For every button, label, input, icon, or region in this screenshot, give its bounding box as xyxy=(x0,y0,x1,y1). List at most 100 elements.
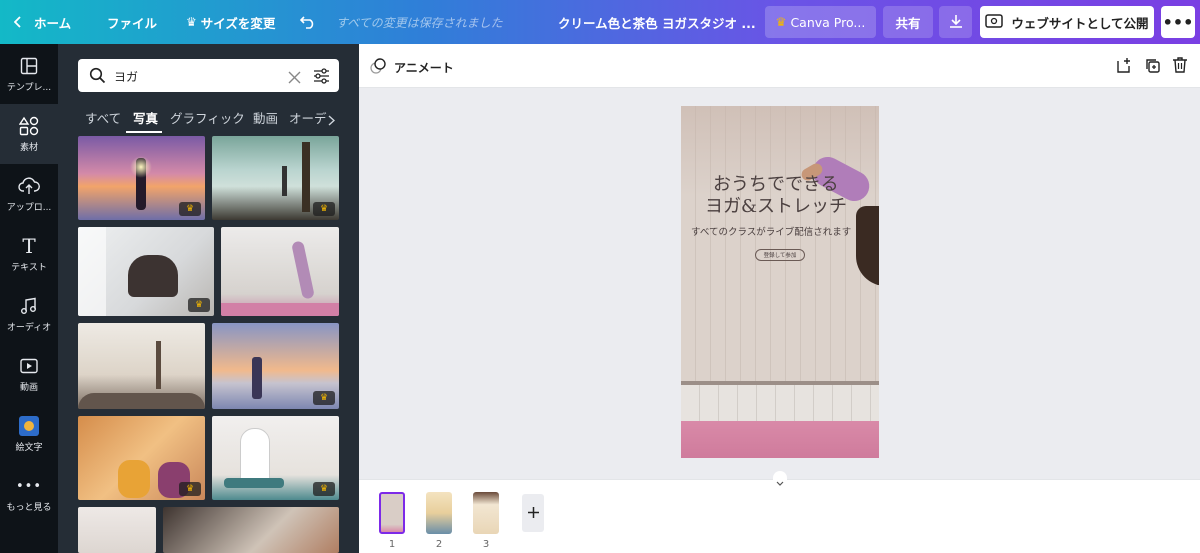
page-thumbnail-3[interactable] xyxy=(473,492,499,534)
filter-icon[interactable] xyxy=(313,68,330,88)
rail-item-templates[interactable]: テンプレ... xyxy=(0,44,58,104)
upload-cloud-icon xyxy=(18,175,40,197)
tab-videos[interactable]: 動画 xyxy=(253,108,278,127)
more-options-button[interactable]: ••• xyxy=(1161,6,1195,38)
canva-pro-button[interactable]: ♛ Canva Pro... xyxy=(765,6,876,38)
editor-toolbar: アニメート xyxy=(359,44,1200,88)
add-page-button[interactable] xyxy=(522,494,544,532)
page-number: 2 xyxy=(435,539,443,550)
photo-yoga-backbend[interactable] xyxy=(221,227,339,316)
home-button[interactable]: ホーム xyxy=(14,0,71,44)
tab-all[interactable]: すべて xyxy=(85,108,121,127)
video-play-icon xyxy=(20,355,38,377)
page-thumbnail-2[interactable] xyxy=(426,492,452,534)
photo-yoga-partial[interactable] xyxy=(163,507,339,553)
pro-crown-badge: ♛ xyxy=(313,202,335,216)
rail-item-text[interactable]: T テキスト xyxy=(0,224,58,284)
expand-pages-tab[interactable] xyxy=(773,471,787,486)
elements-panel: ヨガ すべて 写真 グラフィック 動画 オーデ ♛ ♛ ♛ ♛ ♛ ♛ xyxy=(58,44,359,553)
download-icon xyxy=(948,13,964,32)
floor xyxy=(681,381,879,421)
website-icon xyxy=(985,13,1004,31)
category-tabs: すべて 写真 グラフィック 動画 オーデ xyxy=(58,104,359,134)
file-menu-button[interactable]: ファイル xyxy=(107,0,157,44)
photo-yoga-meditation[interactable]: ♛ xyxy=(212,416,339,500)
clear-search-icon[interactable] xyxy=(288,69,301,88)
rail-label: 動画 xyxy=(19,383,38,393)
tab-graphics[interactable]: グラフィック xyxy=(170,108,245,127)
photo-yoga-lake[interactable]: ♛ xyxy=(212,136,339,220)
pro-crown-badge: ♛ xyxy=(179,202,201,216)
save-status-text: すべての変更は保存されました xyxy=(336,15,503,30)
add-page-icon[interactable] xyxy=(1115,57,1132,78)
design-page[interactable]: おうちでできる ヨガ&ストレッチ すべてのクラスがライブ配信されます 登録して参… xyxy=(681,106,879,458)
photo-yoga-sunset[interactable]: ♛ xyxy=(78,136,205,220)
tab-audio[interactable]: オーデ xyxy=(289,108,327,127)
animate-label: アニメート xyxy=(394,60,454,75)
more-dots-icon: ••• xyxy=(1162,12,1194,32)
rail-label: アップロ... xyxy=(6,203,52,213)
chevron-down-icon xyxy=(776,472,784,491)
rail-label: 絵文字 xyxy=(15,443,43,453)
duplicate-page-icon[interactable] xyxy=(1144,57,1161,78)
publish-website-button[interactable]: ウェブサイトとして公開 xyxy=(980,6,1154,38)
rail-item-audio[interactable]: オーディオ xyxy=(0,284,58,344)
rail-label: テンプレ... xyxy=(6,83,52,93)
rail-label: もっと見る xyxy=(6,503,52,513)
top-bar: ホーム ファイル ♛ サイズを変更 すべての変更は保存されました クリーム色と茶… xyxy=(0,0,1200,44)
more-dots-icon: ••• xyxy=(15,478,42,494)
search-box[interactable]: ヨガ xyxy=(78,59,339,92)
photo-yoga-partial[interactable] xyxy=(78,507,156,553)
tab-photos[interactable]: 写真 xyxy=(133,108,158,127)
side-rail: テンプレ... 素材 アップロ... T テキスト オーディオ 動画 絵文字 •… xyxy=(0,44,58,553)
undo-icon xyxy=(300,15,316,29)
rail-label: オーディオ xyxy=(6,323,52,333)
pro-crown-badge: ♛ xyxy=(179,482,201,496)
undo-button[interactable] xyxy=(300,0,316,44)
photo-yoga-beach[interactable]: ♛ xyxy=(212,323,339,409)
photo-yoga-rock[interactable] xyxy=(78,323,205,409)
pro-crown-badge: ♛ xyxy=(188,298,210,312)
plus-icon xyxy=(527,504,540,523)
animate-button[interactable]: アニメート xyxy=(370,57,454,77)
design-signup-button[interactable]: 登録して参加 xyxy=(755,249,805,261)
crown-icon: ♛ xyxy=(775,15,787,29)
animate-icon xyxy=(370,57,387,77)
page-thumbnail-1[interactable] xyxy=(379,492,405,534)
music-note-icon xyxy=(20,295,38,317)
photo-yoga-mats[interactable]: ♛ xyxy=(78,416,205,500)
resize-button[interactable]: ♛ サイズを変更 xyxy=(186,0,275,44)
photo-yoga-stretch-room[interactable]: ♛ xyxy=(78,227,214,316)
design-headline-line2[interactable]: ヨガ&ストレッチ xyxy=(705,192,847,218)
rail-item-elements[interactable]: 素材 xyxy=(0,104,58,164)
page-number: 1 xyxy=(388,539,396,550)
active-tab-indicator xyxy=(126,131,162,133)
publish-label: ウェブサイトとして公開 xyxy=(1011,15,1149,31)
share-button[interactable]: 共有 xyxy=(883,6,933,38)
rail-label: 素材 xyxy=(19,143,38,153)
search-input[interactable]: ヨガ xyxy=(114,68,138,85)
design-subtitle[interactable]: すべてのクラスがライブ配信されます xyxy=(691,224,851,238)
rail-label: テキスト xyxy=(11,263,47,273)
download-button[interactable] xyxy=(939,6,972,38)
pro-crown-badge: ♛ xyxy=(313,391,335,405)
canva-pro-label: Canva Pro... xyxy=(790,14,866,30)
page-strip: 1 2 3 xyxy=(359,471,1200,553)
elements-icon xyxy=(19,115,39,137)
rail-item-more[interactable]: ••• もっと見る xyxy=(0,464,58,524)
document-title[interactable]: クリーム色と茶色 ヨガスタジオ ... xyxy=(558,0,756,44)
template-icon xyxy=(20,55,38,77)
emoji-icon xyxy=(19,415,39,437)
crown-icon: ♛ xyxy=(186,15,197,29)
home-label: ホーム xyxy=(34,15,72,31)
yoga-mat xyxy=(681,421,879,458)
resize-label: サイズを変更 xyxy=(200,15,276,31)
rail-item-emoji[interactable]: 絵文字 xyxy=(0,404,58,464)
pro-crown-badge: ♛ xyxy=(313,482,335,496)
delete-page-icon[interactable] xyxy=(1172,56,1188,78)
page-number: 3 xyxy=(482,539,490,550)
rail-item-video[interactable]: 動画 xyxy=(0,344,58,404)
chevron-left-icon xyxy=(14,16,22,28)
rail-item-uploads[interactable]: アップロ... xyxy=(0,164,58,224)
chevron-right-icon[interactable] xyxy=(328,111,336,130)
